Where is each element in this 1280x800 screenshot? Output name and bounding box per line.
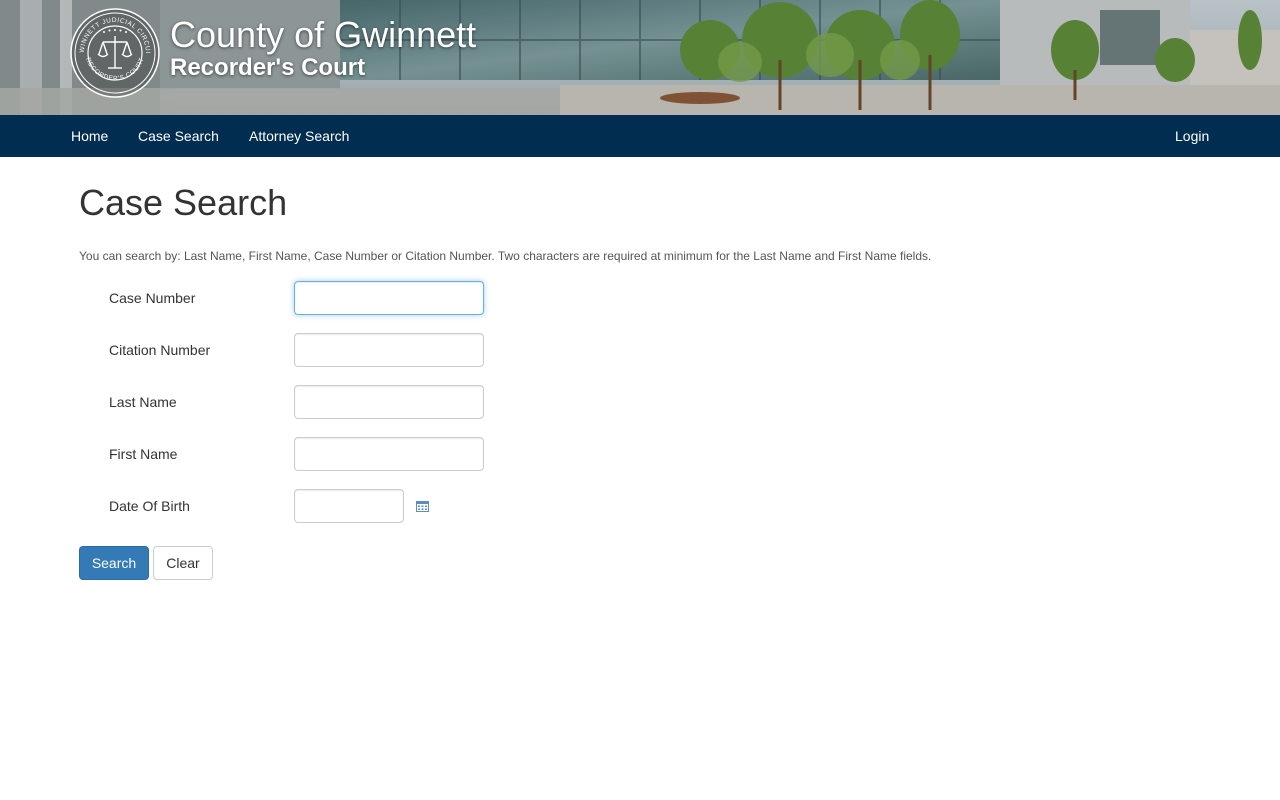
citation-number-input[interactable] [294,333,484,367]
clear-button[interactable]: Clear [153,546,213,580]
nav-attorney-search[interactable]: Attorney Search [249,115,349,157]
first-name-input[interactable] [294,437,484,471]
header-banner: GWINNETT JUDICIAL CIRCUIT RECORDER'S COU… [0,0,1280,115]
first-name-label: First Name [109,446,178,462]
case-number-label: Case Number [109,290,196,306]
calendar-icon[interactable] [416,500,429,512]
last-name-label: Last Name [109,394,177,410]
nav-case-search[interactable]: Case Search [138,115,219,157]
case-number-input[interactable] [294,281,484,315]
date-of-birth-label: Date Of Birth [109,498,190,514]
nav-home[interactable]: Home [71,115,108,157]
site-title: County of Gwinnett [170,14,477,55]
citation-number-label: Citation Number [109,342,211,358]
date-of-birth-input[interactable] [294,489,404,523]
nav-login[interactable]: Login [1175,115,1209,157]
court-seal-logo: GWINNETT JUDICIAL CIRCUIT RECORDER'S COU… [70,8,160,98]
last-name-input[interactable] [294,385,484,419]
main-navbar: Home Case Search Attorney Search Login [0,115,1280,157]
search-button[interactable]: Search [79,546,149,580]
site-subtitle: Recorder's Court [170,54,366,81]
search-help-text: You can search by: Last Name, First Name… [79,249,932,263]
page-title: Case Search [79,182,288,223]
